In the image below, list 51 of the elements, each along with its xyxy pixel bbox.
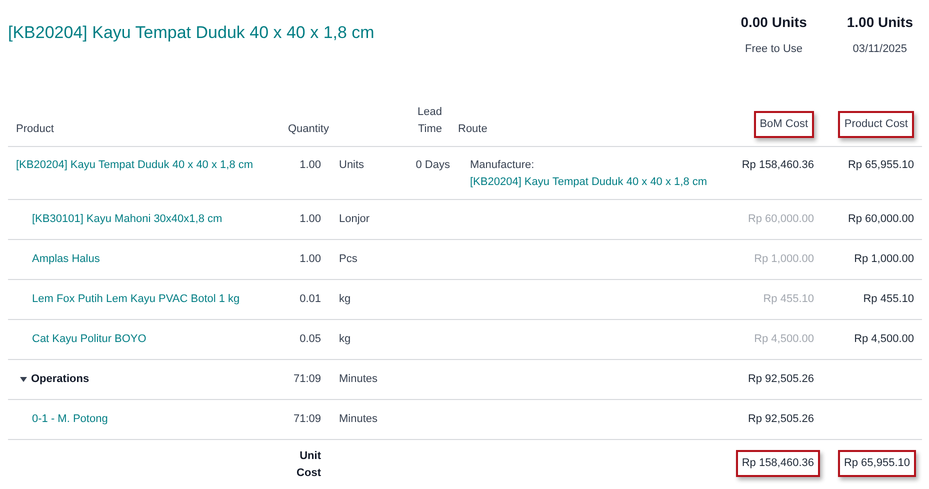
route-link[interactable]: [KB20204] Kayu Tempat Duduk 40 x 40 x 1,8 cm <box>470 174 708 190</box>
product-cost: Rp 60,000.00 <box>848 212 914 224</box>
unit: Minutes <box>339 372 378 384</box>
unit-cost-label: Unit Cost <box>296 448 321 480</box>
unit: kg <box>339 292 351 304</box>
bom-cost: Rp 60,000.00 <box>748 212 814 224</box>
unit: Minutes <box>339 412 378 424</box>
product-cost: Rp 4,500.00 <box>854 332 914 344</box>
column-header: BoM Cost <box>754 110 814 138</box>
unit: kg <box>339 332 351 344</box>
column-header: Quantity <box>288 122 329 136</box>
product-link[interactable]: [KB30101] Kayu Mahoni 30x40x1,8 cm <box>32 212 222 224</box>
quantity: 71:09 <box>293 412 321 424</box>
quantity: 1.00 <box>300 212 321 224</box>
product-link[interactable]: 0-1 - M. Potong <box>32 412 108 424</box>
column-header: Product Cost <box>838 110 914 138</box>
product-cost: Rp 65,955.10 <box>848 158 914 170</box>
quantity: 1.00 <box>300 158 321 170</box>
column-header: Route <box>458 122 488 136</box>
bom-cost: Rp 92,505.26 <box>748 412 814 424</box>
bom-cost: Rp 1,000.00 <box>754 252 814 264</box>
column-header: Product <box>16 122 54 136</box>
bom-cost: Rp 158,460.36 <box>742 158 814 170</box>
stat-value: 1.00 Units <box>846 13 913 32</box>
caret-icon[interactable] <box>20 376 27 382</box>
lead-time: 0 Days <box>416 158 450 170</box>
quantity: 0.05 <box>300 332 321 344</box>
stat-value: 0.00 Units <box>740 13 807 32</box>
unit: Lonjor <box>339 212 370 224</box>
bom-cost: Rp 92,505.26 <box>748 372 814 384</box>
total-product-cost: Rp 65,955.10 <box>838 450 916 476</box>
quantity: 1.00 <box>300 252 321 264</box>
bom-cost: Rp 4,500.00 <box>754 332 814 344</box>
product-link[interactable]: Amplas Halus <box>32 252 100 264</box>
product-link[interactable]: Cat Kayu Politur BOYO <box>32 332 146 344</box>
product-link[interactable]: Lem Fox Putih Lem Kayu PVAC Botol 1 kg <box>32 292 240 304</box>
quantity: 0.01 <box>300 292 321 304</box>
section-label[interactable]: Operations <box>31 370 90 388</box>
unit: Pcs <box>339 252 358 264</box>
product-link[interactable]: [KB20204] Kayu Tempat Duduk 40 x 40 x 1,8 cm <box>16 158 254 170</box>
unit: Units <box>339 158 364 170</box>
quantity: 71:09 <box>293 372 321 384</box>
stat-label: 03/11/2025 <box>852 42 908 57</box>
route-label: Manufacture: <box>470 158 534 170</box>
total-bom-cost: Rp 158,460.36 <box>736 450 820 476</box>
bom-cost: Rp 455.10 <box>763 292 814 304</box>
product-cost: Rp 1,000.00 <box>854 252 914 264</box>
column-header: Lead Time <box>416 104 442 136</box>
product-title: [KB20204] Kayu Tempat Duduk 40 x 40 x 1,8 cm <box>8 22 374 44</box>
stat-label: Free to Use <box>745 42 803 57</box>
product-cost: Rp 455.10 <box>863 292 914 304</box>
